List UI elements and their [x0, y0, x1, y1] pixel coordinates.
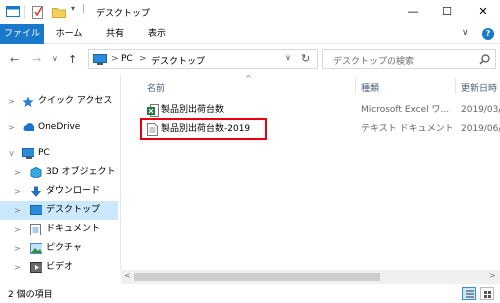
file-date: 2019/03/2 [461, 105, 500, 115]
scroll-right-icon[interactable]: > [489, 271, 496, 280]
address-row: ← → ∨ ↑ > PC > デスクトップ ∨ ↻ デスクトップの検索 [0, 44, 500, 74]
nav-item-label: PC [38, 148, 50, 158]
column-header-type[interactable]: 種類 [361, 81, 379, 94]
scrollbar-thumb[interactable] [134, 273, 380, 281]
title-bar: ▾ | デスクトップ — ☐ ✕ [0, 0, 500, 24]
column-divider[interactable] [455, 78, 456, 94]
chevron-right-icon[interactable]: > [14, 239, 21, 258]
minimize-button[interactable]: — [396, 0, 430, 24]
download-icon [31, 186, 41, 197]
nav-item-quick-access[interactable]: > クイック アクセス [0, 92, 118, 111]
pc-icon [93, 54, 107, 65]
details-view-icon[interactable] [462, 287, 476, 300]
divider [24, 5, 25, 19]
video-icon [30, 262, 42, 273]
nav-item-label: 3D オブジェクト [46, 167, 116, 177]
nav-item-videos[interactable]: > ビデオ [0, 258, 118, 277]
highlight-box [140, 118, 267, 140]
customize-quick-access-icon[interactable]: ▾ [71, 4, 75, 13]
chevron-right-icon[interactable]: > [14, 220, 21, 239]
breadcrumb-pc[interactable]: PC [121, 54, 133, 64]
refresh-icon[interactable]: ↻ [301, 52, 310, 65]
breadcrumb-desktop[interactable]: デスクトップ [151, 54, 205, 67]
pc-icon [22, 148, 34, 159]
nav-item-downloads[interactable]: > ダウンロード [0, 182, 118, 201]
sort-ascending-icon: ^ [245, 74, 252, 83]
expand-ribbon-button[interactable]: ∨ [462, 28, 469, 38]
chevron-right-icon[interactable]: > [8, 118, 15, 137]
maximize-button[interactable]: ☐ [430, 0, 464, 24]
ribbon-tabs: ファイル ホーム 共有 表示 ∨ ? [0, 24, 500, 44]
status-bar: 2 個の項目 [0, 284, 500, 303]
nav-item-label: デスクトップ [46, 205, 101, 215]
title-separator: | [82, 4, 86, 14]
tab-home[interactable]: ホーム [52, 24, 86, 44]
nav-item-onedrive[interactable]: > OneDrive [0, 118, 118, 137]
file-type: テキスト ドキュメント [361, 124, 453, 134]
file-list: ^ 名前 種類 更新日時 製品別出荷台数 Microsoft Excel ワ..… [121, 74, 500, 284]
chevron-right-icon[interactable]: > [14, 163, 21, 182]
window-title: デスクトップ [96, 9, 151, 19]
chevron-right-icon[interactable]: > [14, 201, 21, 220]
large-icons-view-icon[interactable] [480, 287, 494, 300]
file-name: 製品別出荷台数 [161, 105, 225, 115]
nav-item-label: ダウンロード [46, 186, 101, 196]
nav-item-pc[interactable]: > PC [0, 144, 118, 163]
cloud-icon [23, 123, 34, 131]
desktop-icon [30, 205, 42, 215]
back-arrow-icon[interactable]: ← [10, 53, 19, 66]
tab-share[interactable]: 共有 [98, 24, 132, 44]
nav-item-pictures[interactable]: > ピクチャ [0, 239, 118, 258]
column-header-name[interactable]: 名前 [147, 81, 165, 94]
breadcrumb-separator: > [139, 54, 147, 64]
help-button[interactable]: ? [482, 28, 494, 40]
chevron-right-icon[interactable]: > [14, 182, 21, 201]
address-dropdown-icon[interactable]: ∨ [285, 53, 291, 62]
chevron-right-icon[interactable]: > [8, 92, 15, 111]
nav-item-label: OneDrive [38, 122, 81, 132]
tab-file[interactable]: ファイル [0, 24, 44, 44]
column-divider[interactable] [355, 78, 356, 94]
recent-locations-icon[interactable]: ∨ [52, 54, 58, 63]
new-folder-icon[interactable] [52, 5, 66, 18]
excel-icon [147, 104, 159, 117]
tab-view[interactable]: 表示 [140, 24, 174, 44]
item-count: 2 個の項目 [8, 290, 53, 300]
scroll-left-icon[interactable]: < [124, 271, 131, 280]
properties-icon[interactable] [32, 5, 44, 19]
nav-item-3d-objects[interactable]: > 3D オブジェクト [0, 163, 118, 182]
nav-item-label: ビデオ [46, 262, 74, 272]
explorer-icon [6, 6, 20, 17]
search-icon[interactable] [479, 54, 490, 65]
up-arrow-icon[interactable]: ↑ [68, 53, 77, 66]
forward-arrow-icon[interactable]: → [32, 53, 41, 66]
picture-icon [30, 243, 42, 254]
star-icon [22, 96, 34, 107]
close-button[interactable]: ✕ [466, 0, 500, 24]
nav-item-label: クイック アクセス [38, 96, 113, 106]
document-icon [30, 224, 41, 235]
nav-item-documents[interactable]: > ドキュメント [0, 220, 118, 239]
file-row[interactable]: 製品別出荷台数 Microsoft Excel ワ... 2019/03/2 [121, 101, 500, 119]
breadcrumb-separator: > [111, 54, 119, 64]
search-placeholder: デスクトップの検索 [333, 57, 415, 67]
address-bar[interactable]: > PC > デスクトップ ∨ ↻ [88, 49, 318, 69]
column-header-date[interactable]: 更新日時 [461, 81, 497, 94]
nav-item-label: ドキュメント [46, 224, 101, 234]
nav-item-desktop[interactable]: > デスクトップ [0, 201, 118, 220]
nav-item-label: ピクチャ [46, 243, 82, 253]
cube-icon [30, 167, 42, 178]
search-input[interactable]: デスクトップの検索 [322, 49, 496, 69]
chevron-down-icon[interactable]: > [2, 150, 21, 157]
chevron-right-icon[interactable]: > [14, 258, 21, 277]
navigation-pane: > クイック アクセス > OneDrive > PC > 3D オブジェクト … [0, 74, 120, 284]
file-date: 2019/06/ [461, 124, 500, 134]
file-type: Microsoft Excel ワ... [361, 105, 450, 115]
